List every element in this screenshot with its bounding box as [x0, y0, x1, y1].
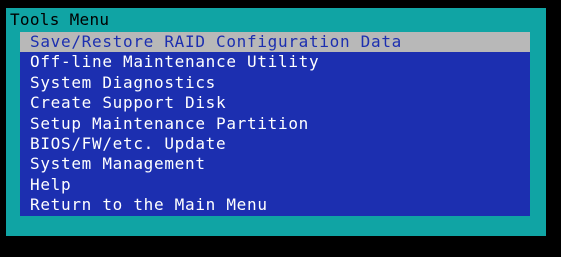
menu-item-create-support-disk[interactable]: Create Support Disk [20, 93, 530, 113]
menu-item-help[interactable]: Help [20, 175, 530, 195]
menu-item-save-restore-raid[interactable]: Save/Restore RAID Configuration Data [20, 32, 530, 53]
menu-panel: Save/Restore RAID Configuration Data Off… [20, 32, 530, 216]
menu-item-return-main-menu[interactable]: Return to the Main Menu [20, 195, 530, 215]
menu-title: Tools Menu [10, 10, 110, 29]
menu-item-system-diagnostics[interactable]: System Diagnostics [20, 73, 530, 93]
menu-item-setup-maintenance-partition[interactable]: Setup Maintenance Partition [20, 114, 530, 134]
menu-item-bios-fw-update[interactable]: BIOS/FW/etc. Update [20, 134, 530, 154]
menu-list: Save/Restore RAID Configuration Data Off… [20, 32, 530, 216]
tools-menu-window: Tools Menu Save/Restore RAID Configurati… [6, 8, 546, 236]
menu-item-offline-maintenance[interactable]: Off-line Maintenance Utility [20, 52, 530, 72]
console-screen: Tools Menu Save/Restore RAID Configurati… [0, 0, 561, 257]
menu-item-system-management[interactable]: System Management [20, 154, 530, 174]
